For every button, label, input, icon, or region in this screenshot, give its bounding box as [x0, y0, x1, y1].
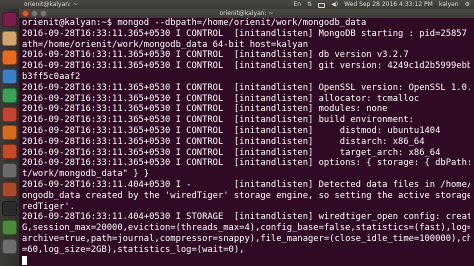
cursor-line	[22, 255, 470, 266]
terminal-line: orienit@kalyan:~$ mongod --dbpath=/home/…	[22, 18, 367, 28]
terminal-line: 2016-09-28T16:33:11.365+0530 I CONTROL […	[22, 158, 470, 169]
terminal-line: =60,log_size=2GB),statistics_log=(wait=0…	[22, 244, 245, 255]
volume-icon[interactable]: ◀)	[331, 0, 338, 9]
keyboard-indicator[interactable]: En	[294, 0, 302, 9]
top-panel: orienit@kalyan: ~ En ⇅ ◀) Wed Sep 28 201…	[0, 0, 474, 9]
terminal-line: 2016-09-28T16:33:11.365+0530 I CONTROL […	[22, 50, 409, 61]
terminal-title-bar[interactable]: orienit@kalyan: ~	[19, 9, 474, 18]
terminal-output[interactable]: orienit@kalyan:~$ mongod --dbpath=/home/…	[22, 18, 470, 266]
battery-icon[interactable]	[318, 3, 326, 8]
terminal-line: redTiger'.	[22, 201, 75, 212]
network-icon[interactable]: ⇅	[307, 0, 312, 9]
software-center-icon[interactable]	[2, 125, 17, 141]
terminal-line: 2016-09-28T16:33:11.365+0530 I CONTROL […	[22, 147, 441, 158]
terminal-line: 2016-09-28T16:33:11.365+0530 I CONTROL […	[22, 82, 470, 93]
terminal-line: 2016-09-28T16:33:11.404+0530 I - [initan…	[22, 179, 470, 190]
panel-indicators: En ⇅ ◀) Wed Sep 28 2016 4:33:12 PM kalya…	[294, 0, 470, 9]
terminal-line: ath=/home/orienit/work/mongodb_data 64-b…	[22, 39, 308, 50]
settings-icon[interactable]	[2, 163, 17, 179]
terminal-line: 2016-09-28T16:33:11.365+0530 I CONTROL […	[22, 28, 467, 39]
libreoffice-calc-icon[interactable]	[2, 87, 17, 103]
help-icon[interactable]	[2, 182, 17, 198]
gedit-icon[interactable]	[2, 219, 17, 235]
terminal-line: 2016-09-28T16:33:11.404+0530 I STORAGE […	[22, 212, 470, 223]
terminal-line: 2016-09-28T16:33:11.365+0530 I CONTROL […	[22, 136, 425, 147]
ubuntu-one-icon[interactable]	[2, 144, 17, 160]
terminal-line: archive=true,path=journal,compressor=sna…	[22, 233, 470, 244]
files-icon[interactable]	[2, 30, 17, 46]
firefox-icon[interactable]	[2, 49, 17, 65]
cursor	[22, 255, 27, 265]
gear-icon[interactable]: ⚙	[465, 0, 470, 9]
terminal-line: t/work/mongodb_data" } }	[22, 169, 150, 180]
libreoffice-writer-icon[interactable]	[2, 68, 17, 84]
dash-icon[interactable]	[2, 12, 17, 27]
trash-icon[interactable]	[2, 238, 17, 254]
user-menu[interactable]: kalyan	[439, 0, 459, 9]
terminal-line: 2016-09-28T16:33:11.365+0530 I CONTROL […	[22, 104, 388, 115]
terminal-line: G,session_max=20000,eviction=(threads_ma…	[22, 223, 470, 234]
terminal-line: 2016-09-28T16:33:11.365+0530 I CONTROL […	[22, 61, 470, 72]
libreoffice-impress-icon[interactable]	[2, 106, 17, 122]
panel-window-title: orienit@kalyan: ~	[24, 1, 79, 8]
terminal-line: 2016-09-28T16:33:11.365+0530 I CONTROL […	[22, 125, 441, 136]
terminal-line: 2016-09-28T16:33:11.365+0530 I CONTROL […	[22, 115, 414, 126]
terminal-line: b3ff5c0aaf2	[22, 71, 81, 82]
launcher	[0, 9, 20, 266]
clock[interactable]: Wed Sep 28 2016 4:33:12 PM	[344, 0, 433, 9]
window-title: orienit@kalyan: ~	[219, 10, 274, 17]
terminal-icon[interactable]	[2, 201, 17, 216]
terminal-line: ongodb_data created by the 'wiredTiger' …	[22, 190, 470, 201]
terminal-line: 2016-09-28T16:33:11.365+0530 I CONTROL […	[22, 93, 420, 104]
